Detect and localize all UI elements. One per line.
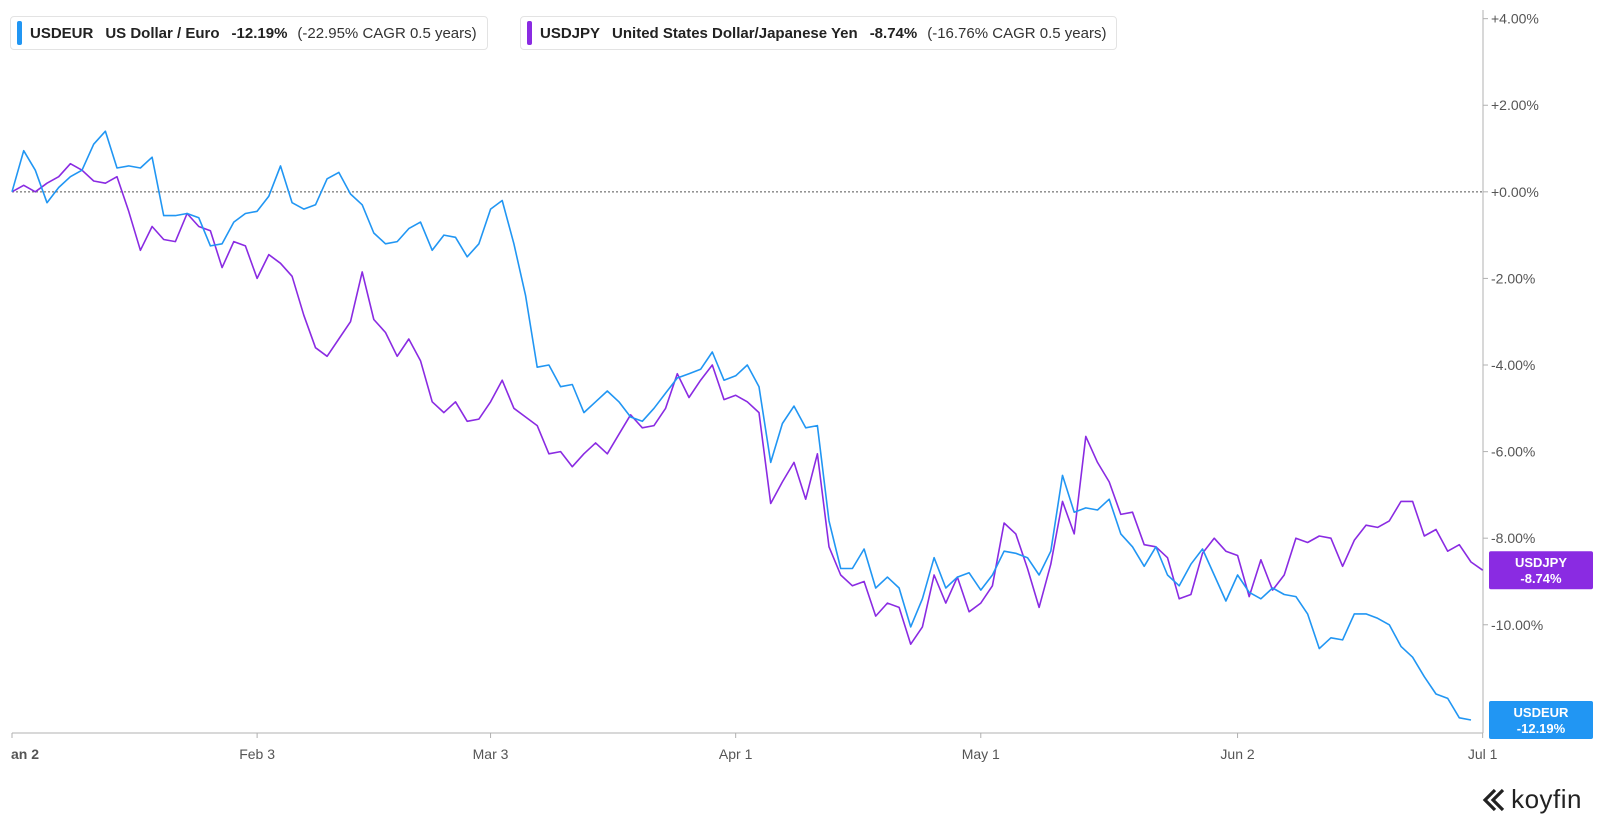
x-tick-label: Jul 1 [1468,746,1498,762]
koyfin-logo-text: koyfin [1511,784,1582,814]
series-line-usdeur [11,130,1472,721]
end-tag-usdjpy: USDJPY-8.74% [1489,551,1593,590]
x-tick-label: Apr 1 [719,746,753,762]
x-tick-label: Mar 3 [473,746,509,762]
y-tick-label: -2.00% [1491,270,1535,286]
end-tag-ticker: USDEUR [1514,705,1570,720]
y-tick-label: -8.00% [1491,530,1535,546]
y-tick-label: +2.00% [1491,97,1539,113]
y-tick-label: +0.00% [1491,184,1539,200]
series-line-usdjpy [11,162,1484,645]
end-tag-value: -8.74% [1520,571,1562,586]
x-tick-label: Feb 3 [239,746,275,762]
x-tick-label: May 1 [962,746,1000,762]
end-tag-value: -12.19% [1517,721,1566,736]
y-tick-label: -10.00% [1491,617,1543,633]
x-tick-label: Jun 2 [1220,746,1254,762]
end-tag-usdeur: USDEUR-12.19% [1489,701,1593,740]
koyfin-logo[interactable]: koyfin [1481,784,1582,815]
y-tick-label: -4.00% [1491,357,1535,373]
y-tick-label: -6.00% [1491,444,1535,460]
y-tick-label: +4.00% [1491,11,1539,27]
fx-performance-line-chart[interactable]: +4.00% +2.00% +0.00% -2.00% -4.00% -6.00% -8.0… [0,0,1604,831]
koyfin-chevron-logo-icon [1482,788,1505,811]
end-tag-ticker: USDJPY [1515,555,1567,570]
x-tick-label: an 2 [11,746,39,762]
